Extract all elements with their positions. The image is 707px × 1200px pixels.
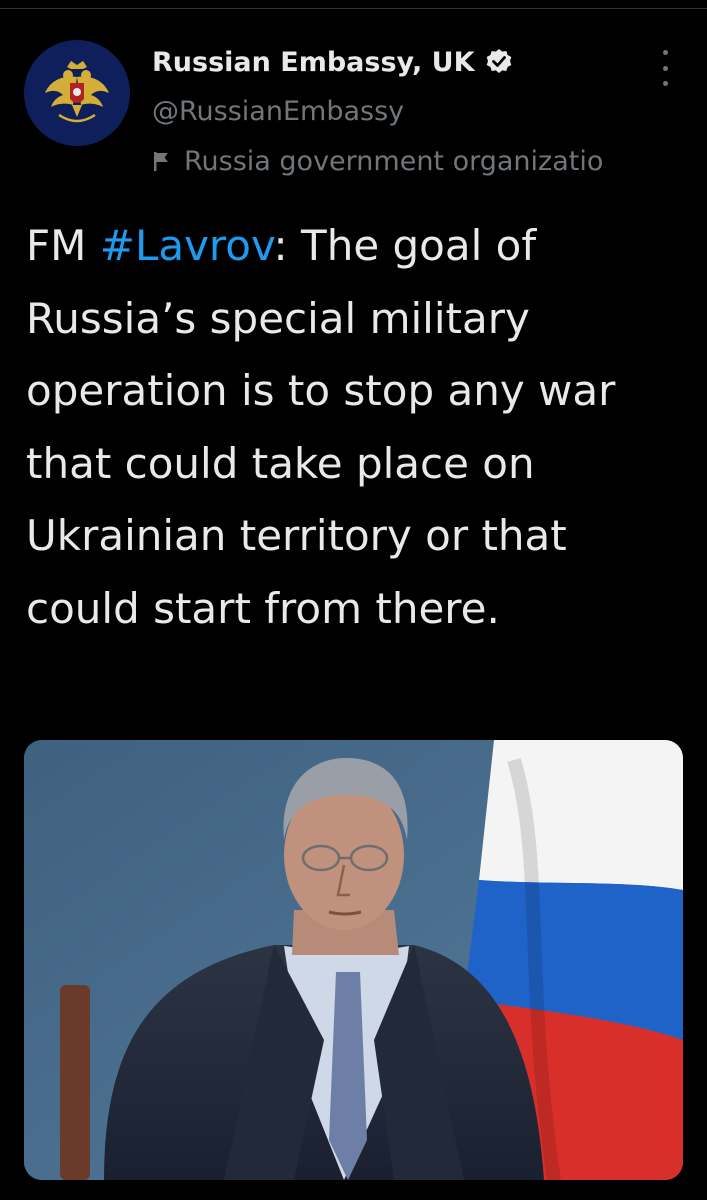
tweet-body: : The goal of Russia’s special military … [26, 221, 616, 633]
government-label-text: Russia government organizatio [184, 145, 604, 177]
flag-icon [154, 152, 168, 171]
tweet-text: FM #Lavrov: The goal of Russia’s special… [26, 210, 686, 645]
tweet-prefix: FM [26, 221, 100, 270]
display-name[interactable]: Russian Embassy, UK [152, 47, 475, 78]
government-label[interactable]: Russia government organizatio [152, 142, 707, 180]
tweet-photo[interactable] [24, 740, 683, 1180]
account-handle[interactable]: @RussianEmbassy [152, 96, 404, 127]
profile-avatar[interactable] [24, 40, 130, 146]
hashtag-link[interactable]: #Lavrov [100, 221, 274, 270]
verified-badge-icon [486, 49, 511, 73]
eagle-emblem-icon [45, 61, 109, 123]
more-options-icon[interactable] [650, 50, 680, 86]
top-divider [0, 8, 707, 9]
